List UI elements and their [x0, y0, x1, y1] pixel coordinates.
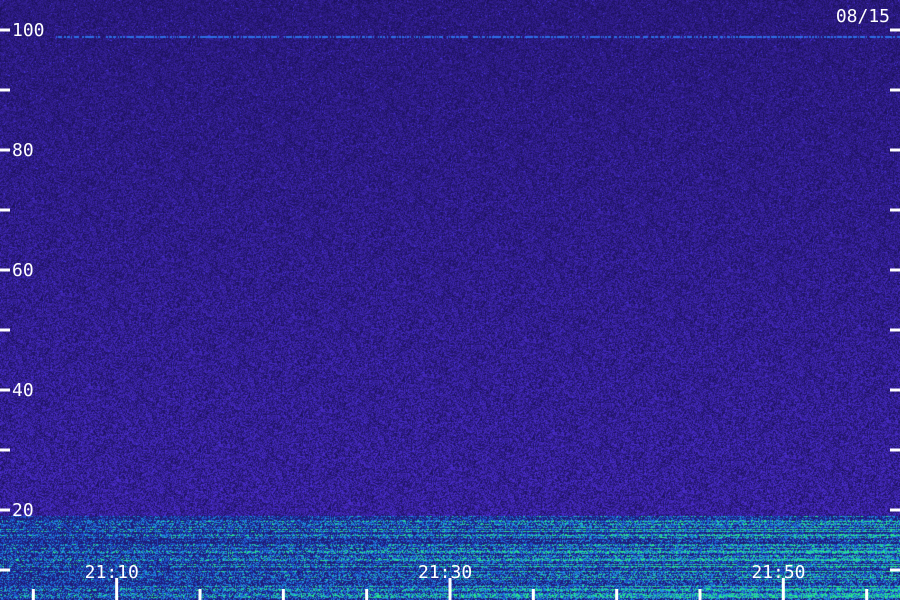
y-tick-label: 100	[12, 20, 45, 41]
y-tick-label: 20	[12, 500, 34, 521]
y-tick-label: 60	[12, 260, 34, 281]
x-tick-label: 21:10	[85, 562, 139, 583]
x-tick-label: 21:30	[418, 562, 472, 583]
spectrogram-chart: 20 40 60 80 100 21:10 21:30 21:50 08/15	[0, 0, 900, 600]
y-tick-label: 80	[12, 140, 34, 161]
x-tick-label: 21:50	[751, 562, 805, 583]
y-tick-label: 40	[12, 380, 34, 401]
date-label: 08/15	[835, 6, 890, 27]
axes-overlay: 20 40 60 80 100 21:10 21:30 21:50	[0, 20, 900, 600]
